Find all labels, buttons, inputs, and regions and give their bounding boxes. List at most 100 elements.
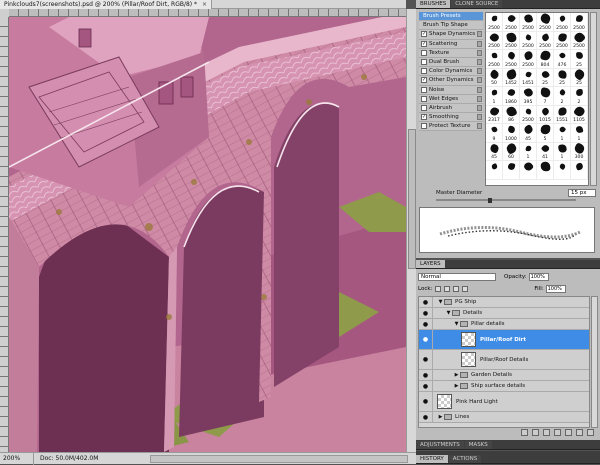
tab-history[interactable]: HISTORY (416, 455, 448, 463)
document-tab[interactable]: Pinkclouds7(screenshots).psd @ 200% (Pil… (0, 0, 213, 9)
brush-preset[interactable]: 2500 (520, 31, 537, 50)
brush-preset[interactable] (520, 160, 537, 180)
layer-row[interactable]: ● ▼ Details (419, 308, 589, 319)
tab-brushes[interactable]: BRUSHES (416, 0, 451, 8)
checkbox-icon[interactable]: ✓ (421, 77, 427, 84)
brush-preset[interactable]: 2500 (520, 50, 537, 69)
expand-triangle-icon[interactable]: ▶ (453, 372, 460, 378)
brush-option[interactable]: Noise (419, 85, 483, 95)
brush-grid-scrollbar[interactable] (590, 12, 597, 186)
brush-preset[interactable]: 2317 (486, 105, 503, 124)
checkbox-icon[interactable] (421, 49, 427, 56)
brush-preset[interactable]: 2 (554, 87, 571, 106)
brush-preset[interactable]: 1451 (520, 68, 537, 87)
brush-option[interactable]: ✓ Shape Dynamics (419, 30, 483, 40)
lock-icon[interactable] (477, 123, 482, 130)
lock-icon[interactable] (477, 77, 482, 84)
brush-preset[interactable]: 2500 (503, 13, 520, 32)
lock-icon[interactable] (477, 49, 482, 56)
brush-option[interactable]: Brush Tip Shape (419, 21, 483, 31)
brush-preset[interactable]: 1551 (554, 105, 571, 124)
brush-option[interactable]: Airbrush (419, 103, 483, 114)
master-diameter-slider[interactable] (436, 199, 576, 201)
layer-row[interactable]: ● Pillar/Roof Details (419, 350, 589, 370)
lock-position-icon[interactable] (453, 286, 460, 292)
horizontal-ruler[interactable] (9, 9, 406, 17)
brush-preset[interactable]: 25 (537, 68, 554, 87)
eye-icon[interactable]: ● (419, 370, 433, 380)
new-layer-icon[interactable] (576, 429, 583, 436)
expand-triangle-icon[interactable]: ▼ (453, 321, 460, 327)
horizontal-scrollbar[interactable] (150, 455, 408, 463)
expand-triangle-icon[interactable]: ▼ (445, 310, 452, 316)
layer-row[interactable]: ● Pink Hard Light (419, 392, 589, 412)
brush-option[interactable]: Wet Edges (419, 94, 483, 104)
checkbox-icon[interactable] (421, 86, 427, 93)
brush-preset[interactable]: 1015 (537, 105, 554, 124)
layer-row[interactable]: ● ▶ Lines (419, 412, 589, 423)
tab-clone-source[interactable]: CLONE SOURCE (451, 0, 503, 8)
brush-preset[interactable]: 1 (571, 124, 588, 143)
brush-preset[interactable]: 25 (571, 67, 588, 87)
checkbox-icon[interactable] (421, 123, 427, 130)
adjustment-layer-icon[interactable] (554, 429, 561, 436)
brush-preset[interactable]: 2500 (486, 50, 503, 69)
lock-icon[interactable] (477, 31, 482, 38)
canvas[interactable] (9, 17, 406, 452)
lock-all-icon[interactable] (462, 286, 469, 292)
brush-option[interactable]: ✓ Scattering (419, 39, 483, 49)
brush-preset[interactable]: 25 (554, 68, 571, 87)
checkbox-icon[interactable] (421, 95, 427, 102)
brush-preset[interactable]: 2500 (486, 31, 503, 50)
layer-row[interactable]: ● ▶ Ship surface details (419, 381, 589, 392)
expand-triangle-icon[interactable]: ▶ (437, 414, 444, 420)
brush-preset[interactable]: 1 (520, 142, 537, 161)
zoom-level[interactable]: 200% (0, 452, 34, 465)
brush-preset[interactable]: 804 (537, 49, 554, 69)
blend-mode-select[interactable]: Normal (418, 273, 496, 281)
fill-field[interactable]: 100% (545, 285, 566, 293)
brush-preset[interactable]: 7 (537, 87, 554, 106)
layer-row[interactable]: ● ▼ PG Ship (419, 297, 589, 308)
lock-icon[interactable] (477, 86, 482, 93)
tab-adjustments[interactable]: ADJUSTMENTS (416, 441, 464, 449)
eye-icon[interactable]: ● (419, 319, 433, 329)
lock-transparency-icon[interactable] (435, 286, 442, 292)
lock-icon[interactable] (477, 58, 482, 65)
add-mask-icon[interactable] (543, 429, 550, 436)
master-diameter-field[interactable]: 15 px (568, 189, 596, 197)
brush-preset[interactable]: 1860 (503, 87, 520, 106)
checkbox-icon[interactable]: ✓ (421, 114, 427, 121)
brush-preset[interactable]: 25 (571, 50, 588, 69)
brush-preset[interactable]: 2500 (486, 13, 503, 32)
brush-preset[interactable]: 60 (503, 141, 520, 161)
lock-icon[interactable] (477, 95, 482, 102)
brush-preset[interactable]: 5 (537, 124, 554, 143)
brush-preset[interactable]: 2500 (554, 31, 571, 50)
tab-layers[interactable]: LAYERS (416, 260, 445, 268)
brush-preset[interactable] (554, 161, 571, 180)
brush-preset[interactable]: 2500 (571, 30, 588, 50)
eye-icon[interactable]: ● (419, 297, 433, 307)
brush-preset[interactable]: 395 (520, 87, 537, 106)
brush-preset[interactable] (503, 161, 520, 180)
lock-icon[interactable] (477, 114, 482, 121)
brush-option[interactable]: Brush Presets (419, 12, 483, 22)
brush-option[interactable]: ✓ Smoothing (419, 113, 483, 123)
brush-preset[interactable] (537, 161, 554, 180)
brush-option[interactable]: Dual Brush (419, 57, 483, 68)
eye-icon[interactable]: ● (419, 412, 433, 422)
trash-icon[interactable] (587, 429, 594, 436)
brush-preset[interactable]: 50 (486, 68, 503, 87)
layer-row[interactable]: ● Pillar/Roof Dirt (419, 330, 589, 350)
lock-icon[interactable] (477, 104, 482, 111)
brush-preset[interactable]: 2500 (554, 13, 571, 32)
brush-preset[interactable]: 1 (554, 124, 571, 143)
brush-preset[interactable] (486, 161, 503, 180)
brush-preset[interactable]: 45 (520, 123, 537, 143)
lock-icon[interactable] (477, 40, 482, 47)
checkbox-icon[interactable]: ✓ (421, 31, 427, 38)
brush-preset[interactable]: 2500 (503, 50, 520, 69)
brush-preset[interactable]: 2500 (520, 105, 537, 124)
brush-preset[interactable] (571, 161, 588, 180)
